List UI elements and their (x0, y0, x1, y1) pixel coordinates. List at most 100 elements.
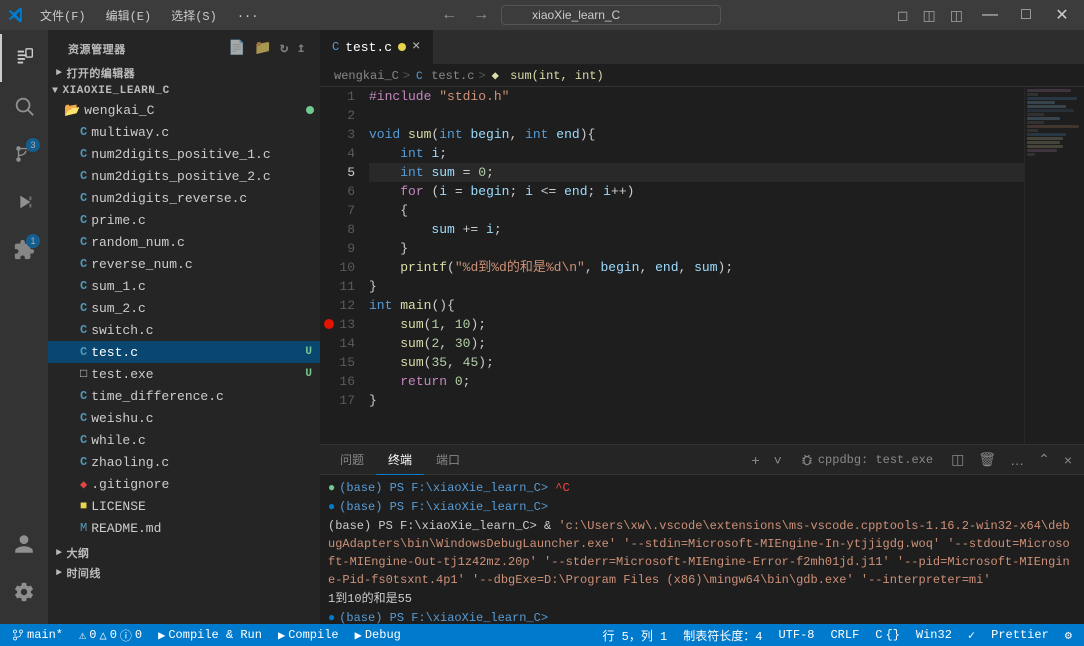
c-file-icon: C (80, 191, 87, 205)
search-input[interactable] (501, 5, 721, 25)
menu-edit[interactable]: 编辑(E) (98, 5, 160, 26)
activity-item-run[interactable] (0, 178, 48, 226)
file-random[interactable]: C random_num.c (48, 231, 320, 253)
status-compile-run[interactable]: ▶ Compile & Run (154, 624, 266, 646)
file-testexe[interactable]: □ test.exe U (48, 363, 320, 385)
mm-line-6 (1027, 109, 1074, 112)
format-str: "%d到%d的和是%d\n" (455, 258, 585, 277)
status-compile[interactable]: ▶ Compile (274, 624, 343, 646)
breadcrumb-func[interactable]: ◆ sum(int, int) (490, 68, 606, 83)
fn-sum: sum (408, 125, 431, 144)
panel-tab-ports[interactable]: 端口 (424, 445, 472, 475)
panel-dropdown-button[interactable]: ˅ (770, 450, 786, 470)
file-timediff[interactable]: C time_difference.c (48, 385, 320, 407)
panel-tab-problems[interactable]: 问题 (328, 445, 376, 475)
breadcrumb-wengkai[interactable]: wengkai_C (334, 69, 399, 83)
layout-icon-btn[interactable]: ◻ (892, 5, 914, 26)
panel-close-button[interactable]: × (1060, 450, 1076, 470)
file-num2digits1[interactable]: C num2digits_positive_1.c (48, 143, 320, 165)
close-button[interactable]: ✕ (1048, 4, 1076, 26)
file-num2reverse[interactable]: C num2digits_reverse.c (48, 187, 320, 209)
panel-maximize-button[interactable]: ⌃ (1034, 449, 1054, 470)
sum-call3: sum (400, 353, 423, 372)
activity-item-settings[interactable] (0, 568, 48, 616)
file-switch[interactable]: C switch.c (48, 319, 320, 341)
mm-line-1 (1027, 89, 1071, 92)
file-test[interactable]: C test.c U (48, 341, 320, 363)
file-license[interactable]: ■ LICENSE (48, 495, 320, 517)
file-multiway[interactable]: C multiway.c (48, 121, 320, 143)
activity-item-scm[interactable]: 3 (0, 130, 48, 178)
maximize-button[interactable]: □ (1012, 4, 1040, 26)
breadcrumb-c-icon: C (416, 71, 429, 83)
nav-back-button[interactable]: ← (437, 4, 461, 26)
panel-trash-button[interactable]: 🗑 (974, 449, 1000, 470)
sidebar-icon-btn[interactable]: ◫ (945, 5, 968, 26)
file-while[interactable]: C while.c (48, 429, 320, 451)
status-errors[interactable]: ⚠ 0 △ 0 ⓘ 0 (75, 624, 146, 646)
activity-item-explorer[interactable] (0, 34, 48, 82)
outline-collapse[interactable]: ► 大纲 (48, 543, 320, 563)
project-folder-collapse[interactable]: ▼ XIAOXIE_LEARN_C (48, 83, 320, 99)
file-prime[interactable]: C prime.c (48, 209, 320, 231)
file-readme[interactable]: M README.md (48, 517, 320, 539)
file-zhaoling[interactable]: C zhaoling.c (48, 451, 320, 473)
new-folder-icon[interactable]: 📁 (252, 38, 274, 59)
status-language[interactable]: C {} (871, 624, 904, 646)
status-settings-btn[interactable]: ⚙ (1061, 624, 1076, 646)
breadcrumb-testc[interactable]: C test.c (414, 69, 474, 83)
panel-tab-terminal[interactable]: 终端 (376, 445, 424, 475)
status-line-ending[interactable]: CRLF (826, 624, 863, 646)
new-file-icon[interactable]: 📄 (226, 38, 248, 59)
activity-item-search[interactable] (0, 82, 48, 130)
project-name: XIAOXIE_LEARN_C (62, 85, 169, 97)
file-reverse[interactable]: C reverse_num.c (48, 253, 320, 275)
panel-more-button[interactable]: … (1006, 450, 1028, 470)
error-icon: ⚠ (79, 628, 86, 643)
run-icon (13, 191, 35, 213)
menu-select[interactable]: 选择(S) (163, 5, 225, 26)
open-editors-arrow: ► (56, 68, 62, 79)
for-end: end (564, 182, 587, 201)
split-icon-btn[interactable]: ◫ (918, 5, 941, 26)
var-sum: sum (431, 163, 454, 182)
panel-split-button[interactable]: ◫ (947, 449, 968, 470)
refresh-icon[interactable]: ↻ (278, 38, 291, 59)
status-encoding[interactable]: UTF-8 (774, 624, 818, 646)
menu-more[interactable]: ... (229, 5, 267, 26)
open-editors-collapse[interactable]: ► 打开的编辑器 (48, 63, 320, 83)
status-debug[interactable]: ▶ Debug (351, 624, 405, 646)
ln-8: 8 (324, 220, 355, 239)
file-gitignore[interactable]: ◆ .gitignore (48, 473, 320, 495)
activity-item-extensions[interactable]: 1 (0, 226, 48, 274)
folder-wengkai[interactable]: 📂 wengkai_C (48, 99, 320, 121)
nav-forward-button[interactable]: → (469, 4, 493, 26)
menu-file[interactable]: 文件(F) (32, 5, 94, 26)
minimize-button[interactable]: — (976, 4, 1004, 26)
status-spaces[interactable]: 制表符长度：4 (679, 624, 766, 646)
comma2: , (585, 258, 601, 277)
file-sum2[interactable]: C sum_2.c (48, 297, 320, 319)
comma: , (509, 125, 525, 144)
c-file-icon: C (80, 389, 87, 403)
file-num2digits2[interactable]: C num2digits_positive_2.c (48, 165, 320, 187)
code-editor: 1 2 3 4 5 6 7 8 9 10 11 12 13 14 (320, 87, 1024, 444)
status-arch[interactable]: Win32 (912, 624, 956, 646)
status-formatter[interactable]: Prettier (987, 624, 1053, 646)
file-sum1[interactable]: C sum_1.c (48, 275, 320, 297)
outline-arrow: ► (56, 548, 62, 559)
file-weishu[interactable]: C weishu.c (48, 407, 320, 429)
status-check-icon[interactable]: ✓ (964, 624, 979, 646)
file-random-label: random_num.c (91, 235, 320, 250)
tab-testc[interactable]: C test.c × (320, 30, 433, 64)
paren10: ( (424, 334, 432, 353)
semi2: ; (486, 163, 494, 182)
status-position[interactable]: 行 5，列 1 (598, 624, 671, 646)
collapse-icon[interactable]: ↥ (295, 38, 308, 59)
tab-close-button[interactable]: × (412, 39, 420, 55)
timeline-collapse[interactable]: ► 时间线 (48, 563, 320, 583)
status-git-branch[interactable]: main* (8, 624, 67, 646)
code-content[interactable]: #include "stdio.h" void sum(int begin, i… (365, 87, 1024, 444)
activity-item-account[interactable] (0, 520, 48, 568)
panel-add-button[interactable]: + (747, 450, 763, 470)
